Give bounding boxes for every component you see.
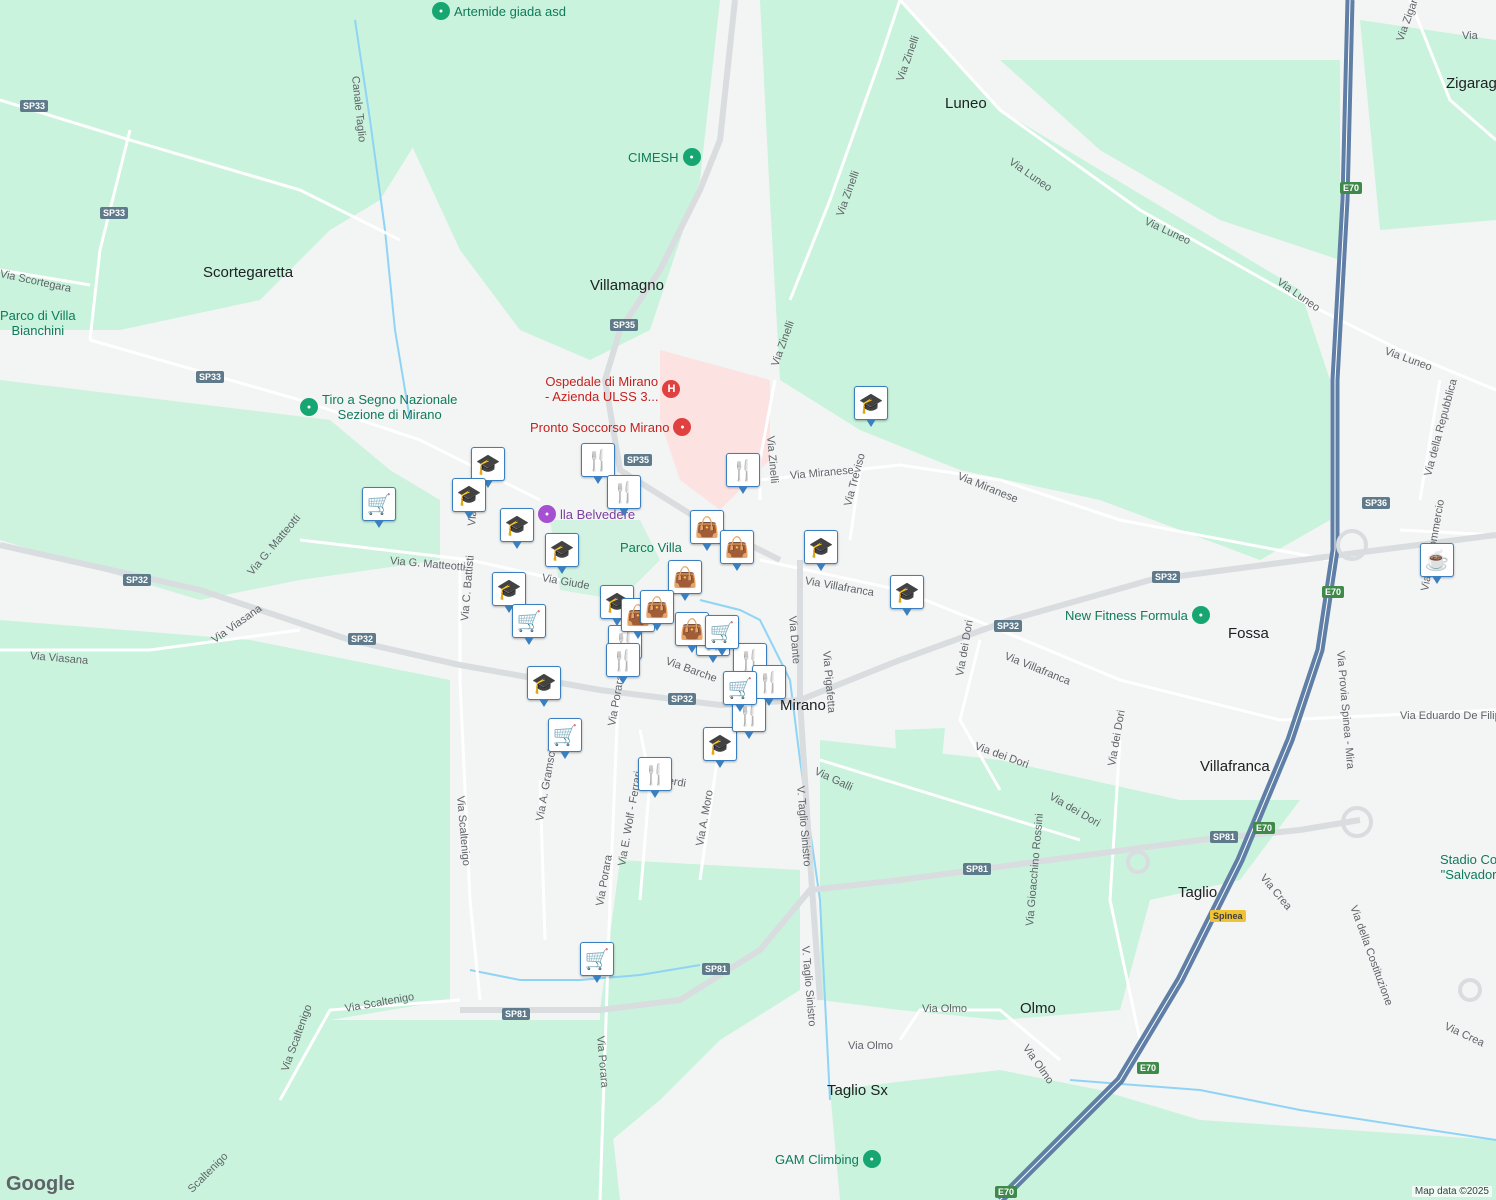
poi-name-line2: Bianchini (11, 323, 65, 338)
cart-icon[interactable]: 🛒 (580, 942, 614, 983)
town-label: Villafranca (1200, 758, 1270, 775)
map-base-layer (0, 0, 1496, 1200)
road-shield: SP33 (20, 100, 49, 112)
road-label: Via Olmo (922, 1003, 968, 1015)
poi-name[interactable]: Stadio Co "Salvador (1440, 852, 1496, 882)
restaurant-icon[interactable]: 🍴 (607, 475, 641, 516)
school-icon[interactable]: 🎓 (492, 572, 526, 613)
road-shield: SP81 (1210, 831, 1239, 843)
cart-icon[interactable]: 🛒 (723, 671, 757, 712)
shopping-bag-icon[interactable]: 👜 (640, 590, 674, 631)
road-shield: E70 (995, 1186, 1018, 1198)
town-label: Luneo (945, 95, 987, 112)
road-shield: SP32 (348, 633, 377, 645)
town-label: Villamagno (590, 277, 664, 294)
restaurant-icon[interactable]: 🍴 (638, 757, 672, 798)
google-logo: Google (6, 1173, 75, 1195)
poi-label: Stadio Co "Salvador (1440, 852, 1496, 882)
shopping-bag-icon[interactable]: 👜 (690, 510, 724, 551)
shopping-bag-icon[interactable]: 👜 (675, 612, 709, 653)
road-shield: E70 (1340, 182, 1363, 194)
poi-name[interactable]: Pronto Soccorso Mirano (530, 420, 669, 435)
leaf-icon[interactable]: ● (682, 148, 701, 166)
road-label: Via Olmo (848, 1040, 894, 1052)
leaf-icon[interactable]: ● (300, 398, 318, 416)
poi-label: ● Tiro a Segno Nazionale Sezione di Mirano (300, 392, 457, 422)
hospital-icon[interactable]: H (662, 380, 681, 398)
poi-label: Ospedale di Mirano - Azienda ULSS 3... H (545, 374, 681, 404)
cart-icon[interactable]: 🛒 (705, 615, 739, 656)
road-shield: SP36 (1362, 497, 1391, 509)
restaurant-icon[interactable]: 🍴 (581, 443, 615, 484)
school-icon[interactable]: 🎓 (452, 478, 486, 519)
camera-icon[interactable]: ● (538, 505, 556, 523)
road-shield: SP33 (100, 207, 129, 219)
poi-label: Parco di Villa Bianchini (0, 308, 76, 338)
road-shield: SP32 (668, 693, 697, 705)
road-shield: E70 (1253, 822, 1276, 834)
town-label: Scortegaretta (203, 264, 294, 281)
road-label: Via (1462, 30, 1478, 42)
poi-name[interactable]: New Fitness Formula (1065, 608, 1188, 623)
road-shield: E70 (1322, 586, 1345, 598)
poi-label: CIMESH ● (628, 148, 701, 166)
leaf-icon[interactable]: ● (862, 1150, 881, 1168)
poi-name[interactable]: GAM Climbing (775, 1152, 859, 1167)
school-icon[interactable]: 🎓 (500, 508, 534, 549)
cart-icon[interactable]: 🛒 (512, 604, 546, 645)
road-label: Via Eduardo De Filip (1400, 710, 1496, 722)
school-icon[interactable]: 🎓 (471, 447, 505, 488)
poi-name[interactable]: Artemide giada asd (454, 4, 566, 19)
poi-name[interactable]: Ospedale di Mirano - Azienda ULSS 3... (545, 374, 658, 404)
town-label: Olmo (1020, 1000, 1056, 1017)
pin-icon[interactable]: ● (673, 418, 692, 436)
road-shield: SP32 (1152, 571, 1181, 583)
shopping-bag-icon[interactable]: 👜 (720, 530, 754, 571)
town-label: Mirano (780, 697, 826, 714)
road-shield: SP33 (196, 371, 225, 383)
poi-label: Pronto Soccorso Mirano ● (530, 418, 692, 436)
poi-name-line2: - Azienda ULSS 3... (545, 389, 659, 404)
map-canvas[interactable]: Scortegaretta Villamagno Luneo Zigarag Fossa… (0, 0, 1496, 1200)
poi-label: ● Artemide giada asd (432, 2, 566, 20)
road-shield: SP35 (624, 454, 653, 466)
road-shield: SP32 (994, 620, 1023, 632)
school-icon[interactable]: 🎓 (545, 533, 579, 574)
poi-name[interactable]: Parco di Villa Bianchini (0, 308, 76, 338)
town-label: Zigarag (1446, 75, 1496, 92)
road-shield: SP81 (702, 963, 731, 975)
road-shield: Spinea (1210, 910, 1246, 922)
road-shield: SP32 (123, 574, 152, 586)
poi-name[interactable]: Parco Villa (620, 540, 682, 555)
restaurant-icon[interactable]: 🍴 (606, 643, 640, 684)
town-label: Taglio Sx (827, 1082, 888, 1099)
restaurant-icon[interactable]: 🍴 (752, 665, 786, 706)
school-icon[interactable]: 🎓 (804, 530, 838, 571)
map-attribution[interactable]: Map data ©2025 (1411, 1186, 1492, 1197)
leaf-icon[interactable]: ● (1191, 606, 1210, 624)
poi-name[interactable]: CIMESH (628, 150, 679, 165)
poi-name[interactable]: Tiro a Segno Nazionale Sezione di Mirano (322, 392, 457, 422)
school-icon[interactable]: 🎓 (854, 386, 888, 427)
restaurant-icon[interactable]: 🍴 (726, 453, 760, 494)
poi-label: New Fitness Formula ● (1065, 606, 1210, 624)
cart-icon[interactable]: 🛒 (362, 487, 396, 528)
road-shield: SP81 (963, 863, 992, 875)
school-icon[interactable]: 🎓 (527, 666, 561, 707)
road-shield: SP35 (610, 319, 639, 331)
cafe-icon[interactable]: ☕ (1420, 543, 1454, 584)
road-shield: E70 (1137, 1062, 1160, 1074)
school-icon[interactable]: 🎓 (890, 575, 924, 616)
school-icon[interactable]: 🎓 (703, 727, 737, 768)
poi-name-line2: Sezione di Mirano (337, 407, 442, 422)
leaf-icon[interactable]: ● (432, 2, 450, 20)
poi-label: Parco Villa (620, 540, 682, 555)
poi-name-line2: "Salvador (1440, 867, 1496, 882)
road-shield: SP81 (502, 1008, 531, 1020)
town-label: Taglio (1178, 884, 1218, 901)
cart-icon[interactable]: 🛒 (548, 718, 582, 759)
town-label: Fossa (1228, 625, 1269, 642)
poi-label: GAM Climbing ● (775, 1150, 881, 1168)
shopping-bag-icon[interactable]: 👜 (668, 560, 702, 601)
